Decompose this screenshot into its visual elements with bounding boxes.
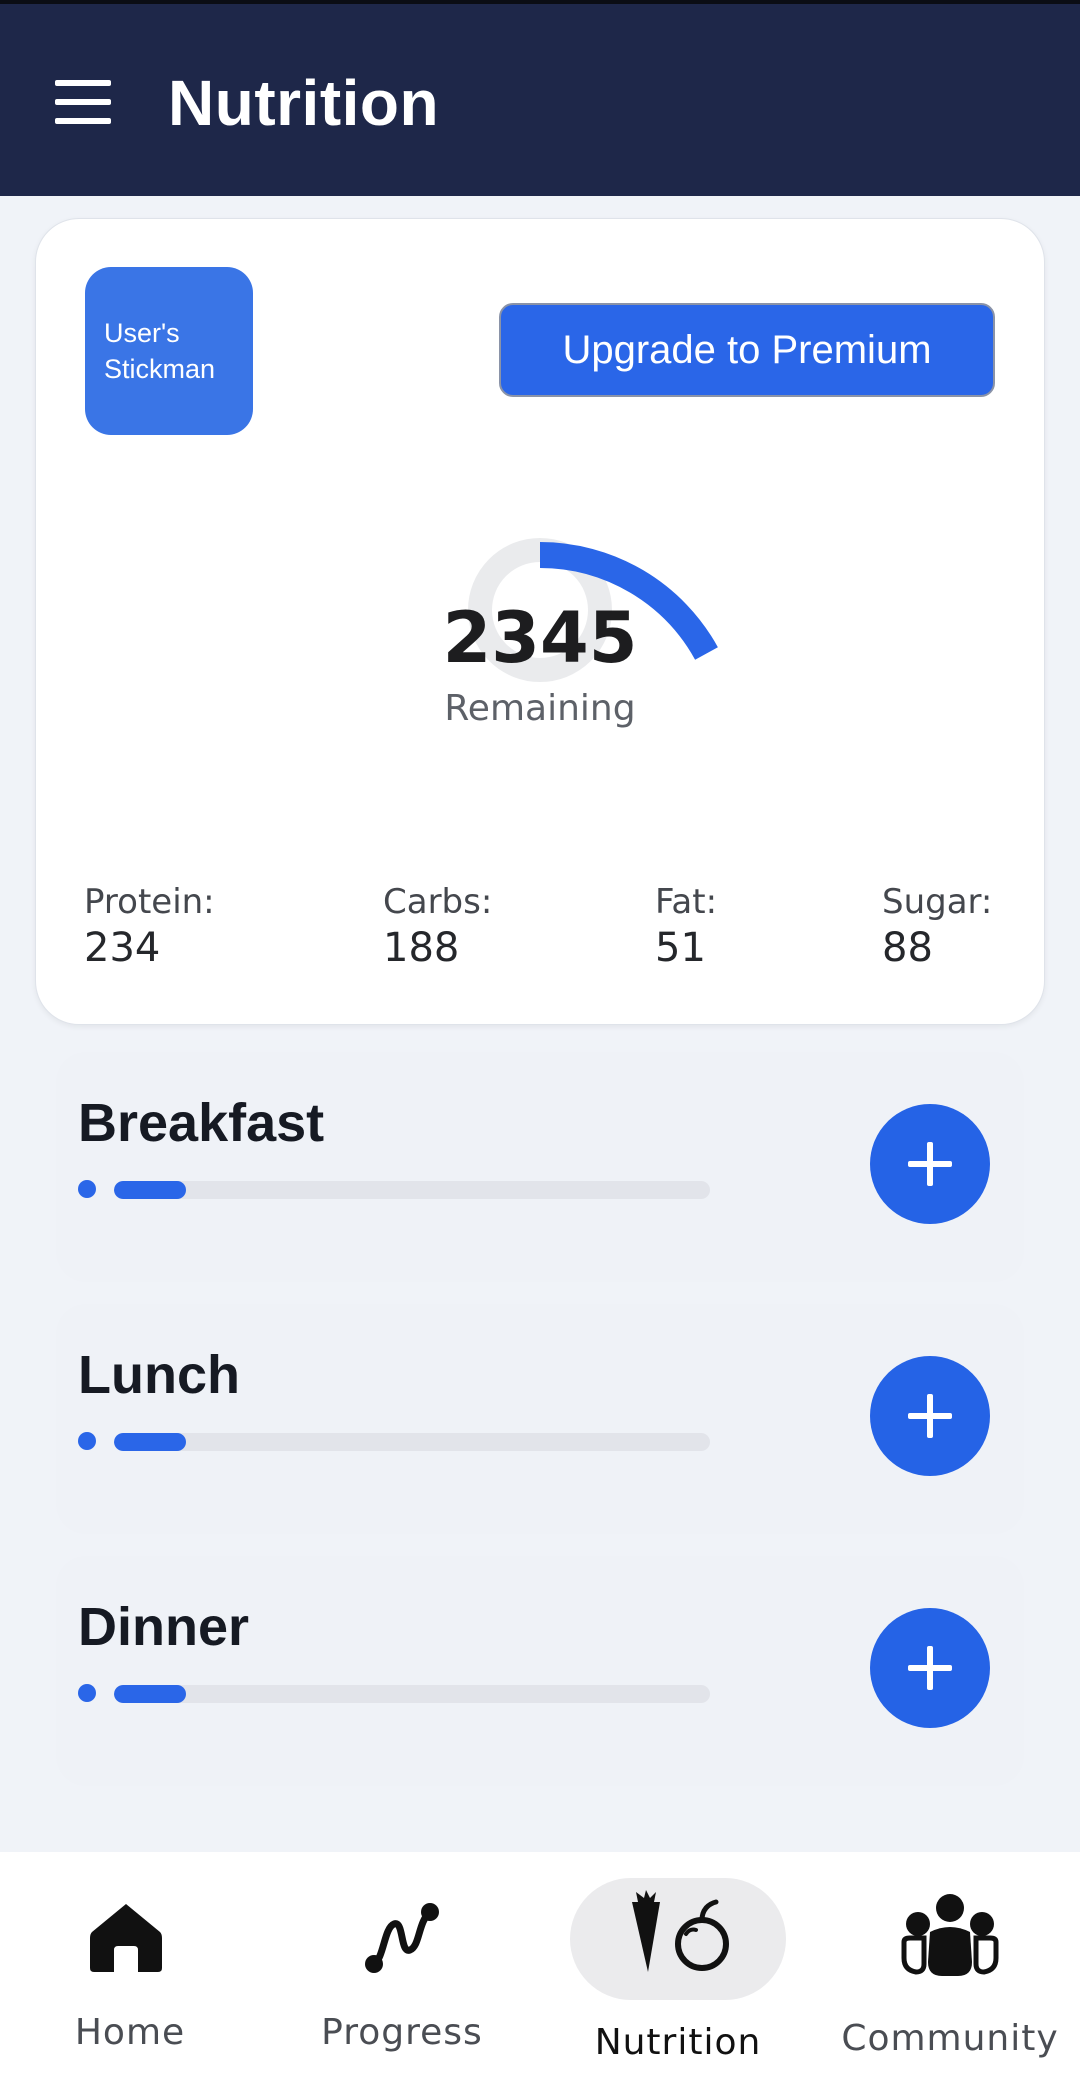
meal-card-dinner: Dinner: [56, 1556, 1024, 1786]
add-dinner-button[interactable]: [870, 1608, 990, 1728]
macro-value: 234: [84, 925, 161, 971]
remaining-calories-value: 2345: [442, 597, 638, 679]
nav-label: Home: [74, 2012, 186, 2053]
upgrade-premium-button[interactable]: Upgrade to Premium: [499, 303, 995, 397]
avatar-label: User's Stickman: [104, 318, 216, 384]
macro-protein: Protein: 234: [84, 881, 215, 973]
page-title: Nutrition: [168, 67, 440, 139]
progress-icon: [365, 1903, 439, 1973]
macro-sugar: Sugar: 88: [882, 881, 992, 973]
macro-value: 88: [882, 925, 933, 971]
add-breakfast-button[interactable]: [870, 1104, 990, 1224]
macro-label: Fat:: [655, 882, 718, 922]
macro-fat: Fat: 51: [655, 881, 717, 973]
user-avatar[interactable]: User's Stickman: [85, 267, 253, 435]
nav-nutrition[interactable]: Nutrition: [548, 1852, 808, 2092]
meal-card-lunch: Lunch: [56, 1304, 1024, 1534]
meal-title: Breakfast: [78, 1093, 325, 1153]
meal-progress-bar: [114, 1181, 710, 1199]
bottom-navigation: Home Progress Nutrition Community: [0, 1852, 1080, 2092]
community-icon: [901, 1894, 999, 1976]
nav-label: Nutrition: [594, 2022, 762, 2063]
nav-progress[interactable]: Progress: [272, 1852, 532, 2092]
macro-value: 51: [655, 925, 706, 971]
macro-label: Protein:: [84, 882, 215, 922]
meal-progress-bar: [114, 1685, 710, 1703]
macro-label: Carbs:: [383, 882, 493, 922]
nav-label: Progress: [321, 2012, 483, 2053]
remaining-calories-label: Remaining: [444, 688, 636, 729]
meal-title: Dinner: [78, 1597, 250, 1657]
nav-label: Community: [841, 2018, 1059, 2059]
meal-progress-bar: [114, 1433, 710, 1451]
meal-progress-fill: [114, 1433, 186, 1451]
meal-progress-fill: [114, 1685, 186, 1703]
progress-dot: [78, 1432, 96, 1450]
macro-value: 188: [383, 925, 460, 971]
meal-title: Lunch: [78, 1345, 240, 1405]
nutrition-icon: [632, 1890, 729, 1972]
nav-home[interactable]: Home: [0, 1852, 260, 2092]
home-icon: [90, 1904, 162, 1972]
add-lunch-button[interactable]: [870, 1356, 990, 1476]
progress-dot: [78, 1180, 96, 1198]
progress-dot: [78, 1684, 96, 1702]
meal-progress-fill: [114, 1181, 186, 1199]
app-bar: Nutrition: [0, 4, 1080, 196]
summary-card: User's Stickman Upgrade to Premium 2345 …: [35, 218, 1045, 1025]
macro-carbs: Carbs: 188: [383, 881, 492, 973]
hamburger-menu-icon[interactable]: [55, 80, 111, 124]
macro-label: Sugar:: [882, 882, 993, 922]
meal-card-breakfast: Breakfast: [56, 1052, 1024, 1282]
nav-community[interactable]: Community: [820, 1852, 1080, 2092]
